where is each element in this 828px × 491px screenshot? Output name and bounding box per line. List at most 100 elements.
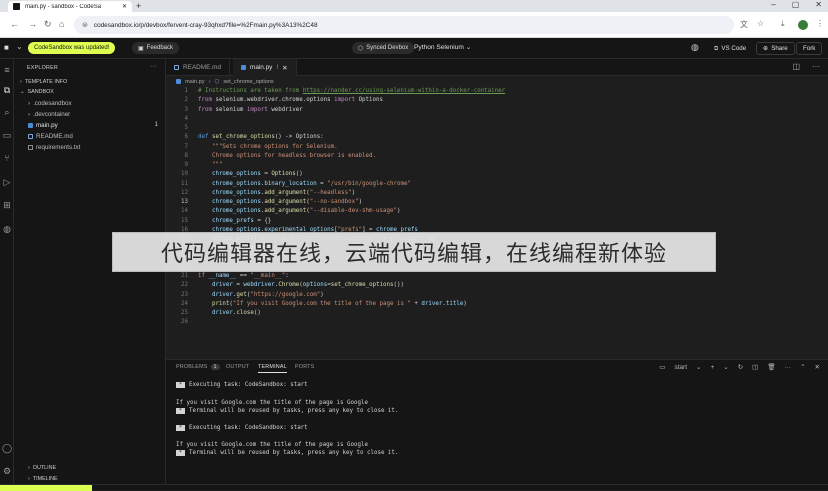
maximize-icon[interactable]: ▢ (792, 0, 800, 9)
tab-output[interactable]: OUTPUT (226, 364, 249, 370)
markdown-file-icon (174, 65, 179, 70)
fork-button[interactable]: Fork (796, 42, 823, 55)
markdown-file-icon (28, 134, 33, 139)
github-icon[interactable]: ◍ (691, 42, 699, 53)
terminal-icon[interactable]: ▭ (2, 130, 12, 140)
panel-actions: ▭ start ⌄ + ⌄ ↻ ◫ 🗑 ··· ⌃ ✕ (659, 363, 820, 372)
browser-menu-icon[interactable]: ⋮ (816, 19, 824, 28)
extensions-icon[interactable]: ⊞ (2, 200, 12, 210)
code-line: 5 (184, 125, 189, 131)
vscode-button[interactable]: ⧉ VS Code (708, 42, 752, 55)
tree-item-devcontainer[interactable]: › .devcontainer (28, 111, 70, 118)
close-panel-icon[interactable]: ✕ (815, 363, 820, 371)
code-line: 6 def set_chrome_options() -> Options: (184, 134, 324, 141)
remote-indicator[interactable] (0, 485, 92, 491)
terminal-line: * Executing task: CodeSandbox: start (176, 425, 308, 431)
close-window-icon[interactable]: ✕ (815, 0, 822, 9)
trash-icon[interactable]: 🗑 (767, 363, 775, 371)
back-icon[interactable]: ← (10, 19, 19, 29)
url-text: codesandbox.io/p/devbox/fervent-cray-93q… (93, 21, 318, 29)
source-control-icon[interactable]: ⑂ (2, 153, 12, 163)
sandbox-section[interactable]: ⌄ SANDBOX (20, 89, 54, 95)
home-icon[interactable]: ⌂ (59, 19, 64, 29)
chevron-down-icon: ⌄ (20, 89, 25, 95)
settings-gear-icon[interactable]: ⚙ (2, 466, 12, 476)
profile-avatar[interactable] (798, 20, 808, 32)
terminal-name[interactable]: start (674, 364, 687, 371)
add-terminal-icon[interactable]: + (710, 364, 714, 371)
chevron-right-icon: › (28, 111, 31, 118)
feedback-button[interactable]: ▣ Feedback (132, 42, 180, 54)
tab-terminal[interactable]: TERMINAL (258, 364, 287, 373)
more-actions-icon[interactable]: ··· (812, 62, 820, 71)
chevron-down-icon[interactable]: ⌄ (696, 363, 701, 371)
split-terminal-icon[interactable]: ◫ (752, 363, 758, 371)
new-tab-icon[interactable]: + (136, 1, 141, 11)
tree-item-main-py[interactable]: main.py (28, 122, 58, 129)
update-notice-button[interactable]: CodeSandbox was updated! (28, 42, 116, 54)
template-name[interactable]: Python Selenium ⌄ (414, 43, 471, 51)
code-line: 21 if __name__ == "__main__": (181, 273, 289, 279)
code-line: 2 from selenium.webdriver.chrome.options … (184, 97, 384, 104)
text-file-icon (28, 145, 33, 150)
window-controls: – ▢ ✕ (771, 0, 822, 9)
task-marker-icon: * (176, 425, 185, 431)
search-icon[interactable]: ⌕ (2, 107, 12, 117)
code-line: 9 """ (184, 162, 223, 168)
tab-main-py[interactable]: main.py! ✕ (233, 59, 297, 76)
forward-icon[interactable]: → (28, 19, 37, 29)
code-line: 15 chrome_prefs = {} (181, 217, 272, 224)
editor-tab-bar: README.md main.py! ✕ ◫ ··· (166, 59, 828, 76)
close-tab-icon[interactable]: ✕ (122, 3, 127, 10)
tab-problems[interactable]: PROBLEMS 1 (176, 364, 220, 370)
synced-devbox-badge[interactable]: ⬡ Synced Devbox (352, 42, 415, 54)
code-editor[interactable]: 1 # Instructions are taken from https://n… (166, 87, 828, 359)
browser-tab[interactable]: main.py - sandbox - CodeSa ✕ (8, 1, 132, 12)
chevron-down-icon[interactable]: ⌄ (16, 42, 23, 51)
code-line: 14 chrome_options.add_argument("--disabl… (181, 208, 401, 215)
close-icon[interactable]: ✕ (282, 64, 287, 72)
problem-count-badge: 1 (154, 122, 158, 128)
terminal-line: * Terminal will be reused by tasks, press… (176, 450, 398, 456)
breadcrumb-file[interactable]: main.py (185, 79, 205, 85)
restart-icon[interactable]: ↻ (738, 363, 743, 371)
code-line: 7 """Sets chrome options for Selenium. (184, 143, 338, 150)
tab-readme[interactable]: README.md (166, 59, 230, 76)
bookmark-star-icon[interactable]: ☆ (757, 19, 764, 28)
code-line: 26 (181, 319, 188, 326)
account-icon[interactable]: ◯ (2, 443, 12, 453)
timeline-section[interactable]: › TIMELINE (28, 476, 58, 482)
tree-item-codesandbox[interactable]: › .codesandbox (28, 100, 72, 107)
run-debug-icon[interactable]: ▷ (2, 177, 12, 187)
chevron-right-icon: › (28, 465, 30, 471)
tree-item-readme[interactable]: README.md (28, 133, 73, 140)
download-icon[interactable]: ⤓ (781, 19, 785, 29)
share-button[interactable]: ⊕ Share (756, 42, 795, 55)
menu-icon[interactable]: ≡ (2, 65, 12, 75)
code-line: 25 driver.close() (181, 310, 261, 316)
more-actions-icon[interactable]: ··· (150, 63, 157, 70)
bottom-panel: PROBLEMS 1 OUTPUT TERMINAL PORTS ▭ start … (166, 359, 828, 490)
codesandbox-logo-icon[interactable]: ■ (4, 43, 9, 52)
github-sidebar-icon[interactable]: ◍ (2, 224, 12, 234)
explorer-icon[interactable]: ⧉ (2, 85, 12, 95)
chevron-down-icon[interactable]: ⌄ (723, 363, 728, 371)
terminal-line: * Terminal will be reused by tasks, press… (176, 408, 398, 414)
outline-section[interactable]: › OUTLINE (28, 465, 56, 471)
translate-icon[interactable]: 文 (740, 19, 748, 30)
site-info-icon[interactable]: ⊜ (82, 21, 88, 29)
breadcrumb-symbol[interactable]: set_chrome_options (223, 79, 273, 85)
maximize-panel-icon[interactable]: ⌃ (800, 363, 805, 371)
tree-item-requirements[interactable]: requirements.txt (28, 144, 80, 151)
code-line: 8 Chrome options for headless browser is… (184, 152, 377, 159)
address-bar[interactable]: ⊜ codesandbox.io/p/devbox/fervent-cray-9… (74, 16, 734, 34)
breadcrumb: main.py › ⬡ set_chrome_options (166, 76, 828, 87)
reload-icon[interactable]: ↻ (44, 19, 52, 30)
more-actions-icon[interactable]: ··· (785, 364, 792, 371)
minimize-icon[interactable]: – (771, 0, 775, 9)
template-info-section[interactable]: › TEMPLATE INFO (20, 79, 67, 85)
split-editor-icon[interactable]: ◫ (792, 62, 800, 71)
sync-icon: ⬡ (358, 45, 364, 52)
tab-ports[interactable]: PORTS (295, 364, 314, 370)
python-file-icon (176, 79, 181, 84)
